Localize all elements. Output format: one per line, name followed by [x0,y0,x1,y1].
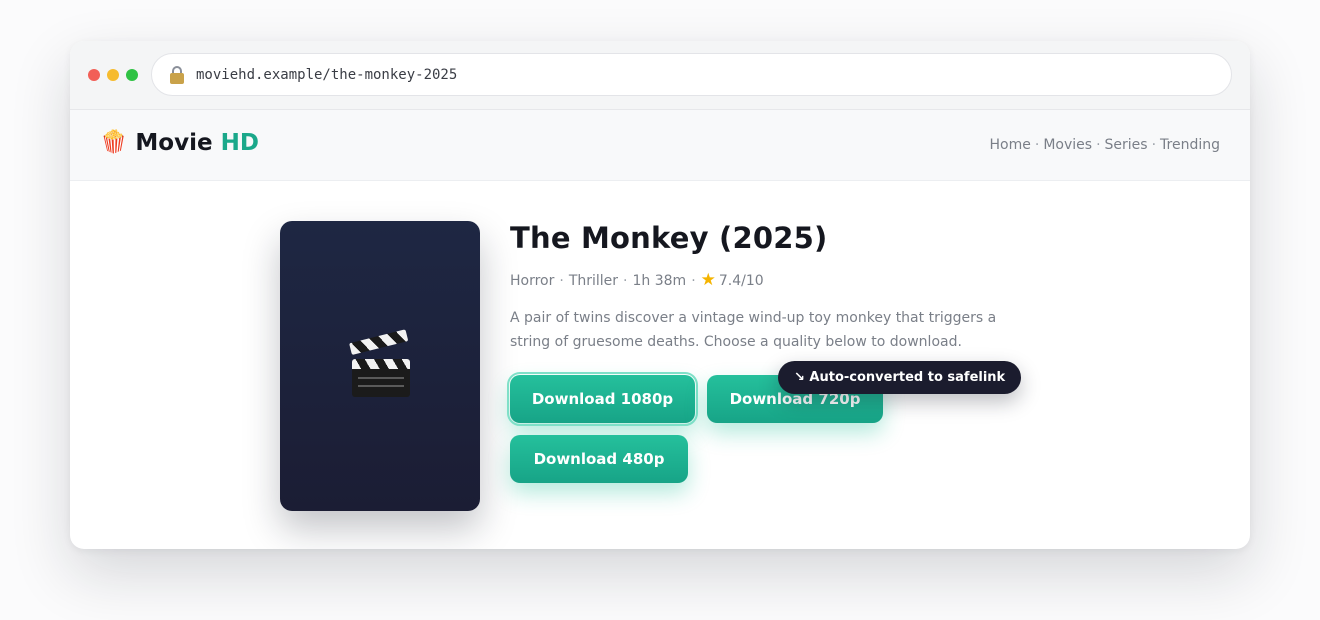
main-nav: Home · Movies · Series · Trending [990,137,1220,153]
meta-separator: · [623,272,628,289]
nav-movies[interactable]: Movies [1043,137,1092,153]
browser-chrome: moviehd.example/the-monkey-2025 [70,41,1250,110]
nav-series[interactable]: Series [1105,137,1148,153]
runtime: 1h 38m [632,272,687,289]
genre-tag: Horror [510,272,555,289]
logo-accent-text: HD [220,130,259,156]
maximize-window-button[interactable] [126,69,138,81]
download-1080p-button[interactable]: Download 1080p [507,372,698,426]
meta-separator: · [559,272,564,289]
popcorn-icon: 🍿 [100,130,128,155]
browser-window: moviehd.example/the-monkey-2025 🍿 Movie … [70,41,1250,549]
site-logo[interactable]: 🍿 Movie HD [100,130,259,156]
address-bar[interactable]: moviehd.example/the-monkey-2025 [151,53,1232,96]
movie-title: The Monkey (2025) [510,221,828,255]
safelink-tooltip: ↘ Auto-converted to safelink [778,361,1022,394]
star-icon: ★ [700,270,716,290]
clapper-board-icon [349,329,410,397]
nav-separator: · [1096,137,1101,153]
nav-separator: · [1034,137,1040,153]
nav-separator: · [1151,137,1157,153]
movie-poster [280,221,480,511]
lock-icon [168,65,186,85]
movie-meta: Horror · Thriller · 1h 38m · ★ 7.4/10 [510,272,764,289]
meta-separator: · [691,272,696,289]
site-header: 🍿 Movie HD Home · Movies · Series · Tren… [70,110,1250,181]
close-window-button[interactable] [88,69,100,81]
download-480p-button[interactable]: Download 480p [510,435,688,483]
genre-tag: Thriller [568,272,619,289]
logo-text: Movie [135,130,213,156]
movie-description: A pair of twins discover a vintage wind-… [510,310,997,350]
nav-trending[interactable]: Trending [1160,137,1220,153]
address-url: moviehd.example/the-monkey-2025 [196,66,458,83]
rating: 7.4/10 [718,272,764,289]
nav-home[interactable]: Home [990,137,1031,153]
minimize-window-button[interactable] [107,69,119,81]
